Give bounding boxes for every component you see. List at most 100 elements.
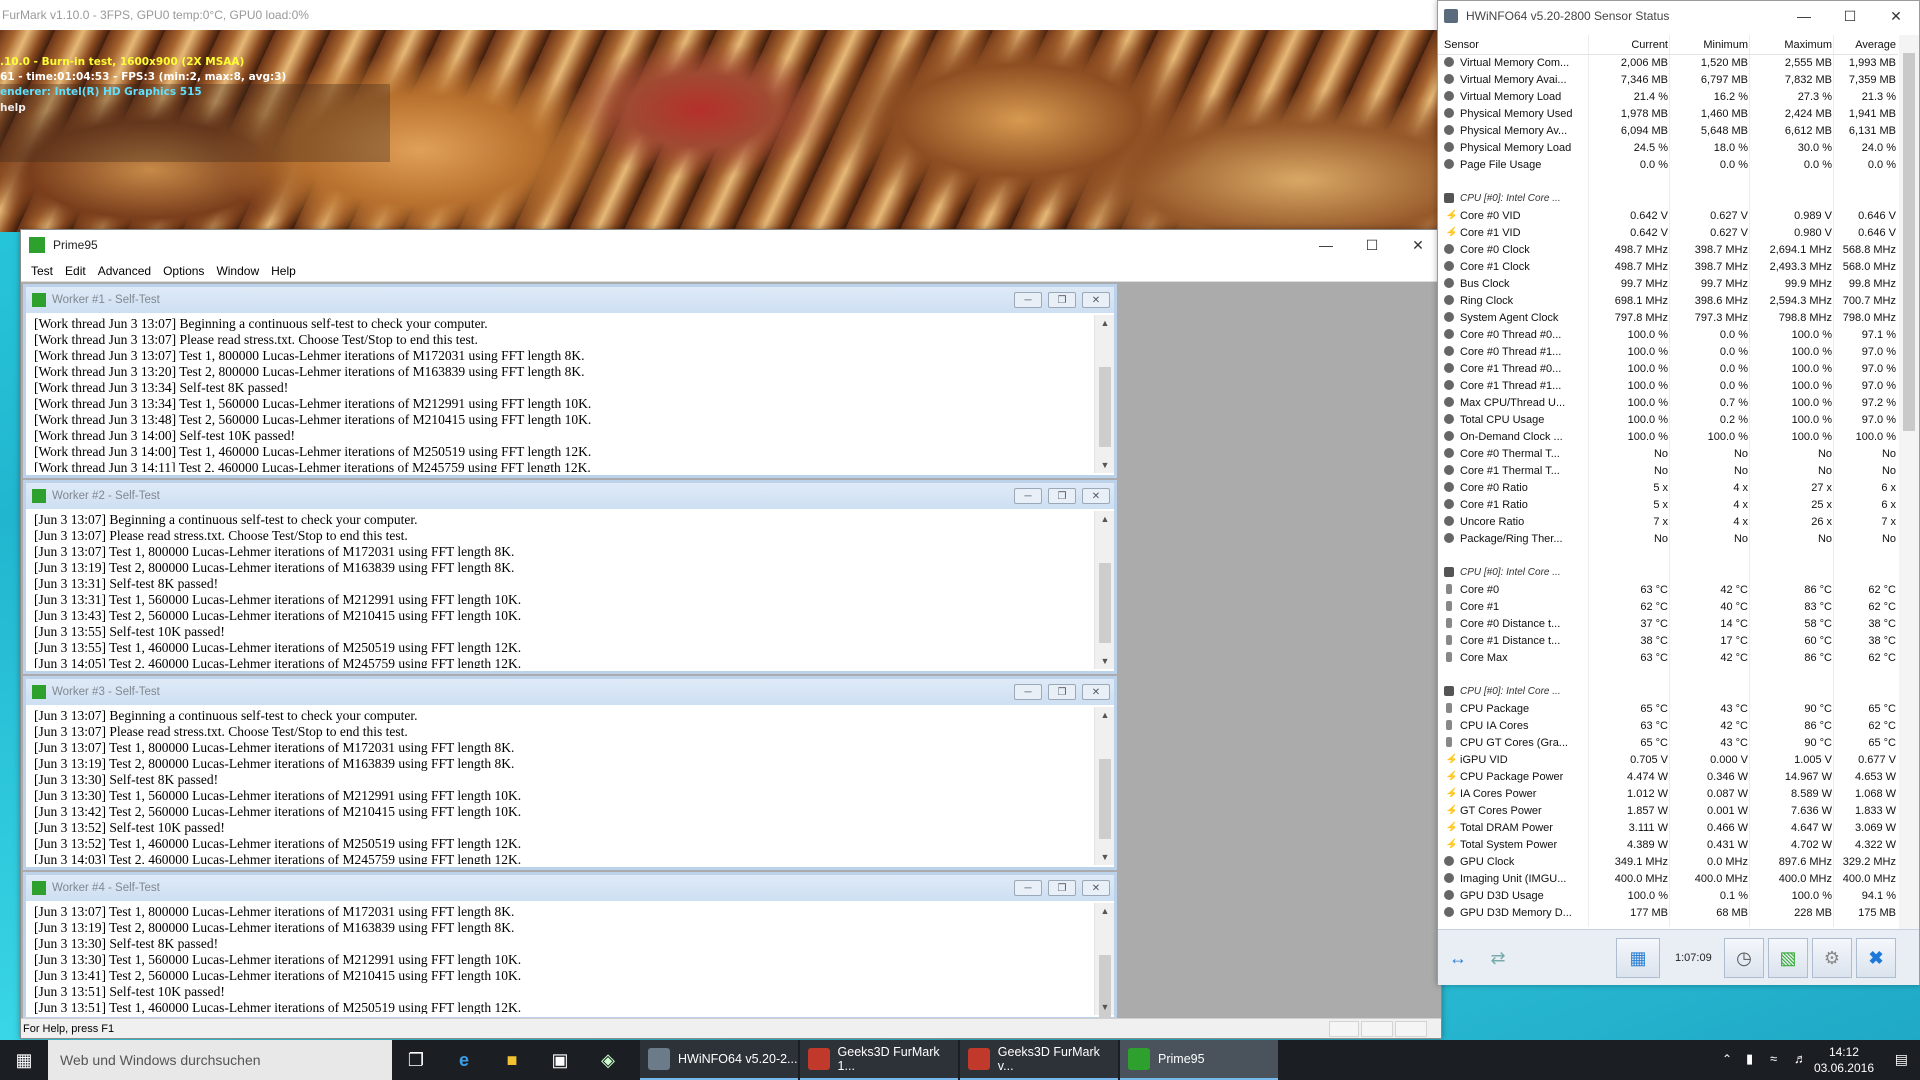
header-maximum[interactable]: Maximum: [1750, 39, 1832, 51]
menu-advanced[interactable]: Advanced: [92, 264, 157, 278]
header-average[interactable]: Average: [1834, 39, 1896, 51]
sensor-row[interactable]: ⚡ CPU Package Power 4.474 W 0.346 W 14.967 W…: [1438, 769, 1898, 786]
sensor-scrollbar[interactable]: [1899, 35, 1919, 929]
sensor-row[interactable]: CPU GT Cores (Gra... 65 °C 43 °C 90 °C 65 °C: [1438, 735, 1898, 752]
expand-arrows-icon[interactable]: ↔: [1442, 938, 1474, 978]
worker-log[interactable]: [Jun 3 13:07] Beginning a continuous sel…: [30, 708, 1090, 864]
taskbar-app-furmark-2[interactable]: Geeks3D FurMark v...: [960, 1040, 1118, 1080]
sensor-row[interactable]: Package/Ring Ther... No No No No: [1438, 531, 1898, 548]
taskbar-app-furmark-1[interactable]: Geeks3D FurMark 1...: [800, 1040, 958, 1080]
scroll-thumb[interactable]: [1903, 53, 1915, 431]
scroll-up-arrow-icon[interactable]: ▲: [1095, 511, 1115, 527]
wifi-icon[interactable]: ≈: [1770, 1051, 1777, 1066]
close-sensors-button[interactable]: ✖: [1856, 938, 1896, 978]
worker-titlebar[interactable]: Worker #1 - Self-Test ─ ❐ ✕: [26, 287, 1114, 313]
sensor-row[interactable]: GPU Clock 349.1 MHz 0.0 MHz 897.6 MHz 329.2 …: [1438, 854, 1898, 871]
sensor-row[interactable]: Virtual Memory Avai... 7,346 MB 6,797 MB 7,…: [1438, 72, 1898, 89]
sensor-row[interactable]: Core #1 Thread #1... 100.0 % 0.0 % 100.0 % 9…: [1438, 378, 1898, 395]
search-input[interactable]: Web und Windows durchsuchen: [48, 1040, 392, 1080]
close-button[interactable]: ✕: [1873, 1, 1919, 31]
sensor-row[interactable]: ⚡ GT Cores Power 1.857 W 0.001 W 7.636 W 1.83…: [1438, 803, 1898, 820]
scroll-up-arrow-icon[interactable]: ▲: [1095, 903, 1115, 919]
worker-minimize-button[interactable]: ─: [1014, 684, 1042, 700]
scroll-thumb[interactable]: [1099, 563, 1111, 643]
worker-log[interactable]: [Jun 3 13:07] Beginning a continuous sel…: [30, 512, 1090, 668]
sensor-row[interactable]: Physical Memory Load 24.5 % 18.0 % 30.0 % 24…: [1438, 140, 1898, 157]
report-add-button[interactable]: ▧: [1768, 938, 1808, 978]
worker-log[interactable]: [Jun 3 13:07] Test 1, 800000 Lucas-Lehme…: [30, 904, 1090, 1014]
notification-icon[interactable]: ▤: [1895, 1051, 1908, 1068]
sensor-row[interactable]: Core #0 Thread #0... 100.0 % 0.0 % 100.0 % 9…: [1438, 327, 1898, 344]
minimize-button[interactable]: —: [1781, 1, 1827, 31]
worker-restore-button[interactable]: ❐: [1048, 292, 1076, 308]
scroll-down-arrow-icon[interactable]: ▼: [1095, 653, 1115, 669]
sensor-row[interactable]: ⚡ Total System Power 4.389 W 0.431 W 4.702 W…: [1438, 837, 1898, 854]
taskbar-app-prime95[interactable]: Prime95: [1120, 1040, 1278, 1080]
worker-restore-button[interactable]: ❐: [1048, 684, 1076, 700]
sensor-row[interactable]: ⚡ Total DRAM Power 3.111 W 0.466 W 4.647 W 3.…: [1438, 820, 1898, 837]
worker-minimize-button[interactable]: ─: [1014, 880, 1042, 896]
edge-browser-icon[interactable]: e: [440, 1040, 488, 1080]
pinned-app-icon[interactable]: ◈: [584, 1040, 632, 1080]
sensor-row[interactable]: Core #0 63 °C 42 °C 86 °C 62 °C: [1438, 582, 1898, 599]
worker-close-button[interactable]: ✕: [1082, 488, 1110, 504]
sensor-row[interactable]: Core #1 Thermal T... No No No No: [1438, 463, 1898, 480]
scroll-up-arrow-icon[interactable]: ▲: [1095, 707, 1115, 723]
worker-close-button[interactable]: ✕: [1082, 880, 1110, 896]
sensor-row[interactable]: Virtual Memory Load 21.4 % 16.2 % 27.3 % 21.…: [1438, 89, 1898, 106]
collapse-arrows-icon[interactable]: ⇄: [1478, 938, 1518, 978]
sensor-row[interactable]: Core #0 Distance t... 37 °C 14 °C 58 °C 38 °…: [1438, 616, 1898, 633]
worker-minimize-button[interactable]: ─: [1014, 488, 1042, 504]
menu-edit[interactable]: Edit: [59, 264, 92, 278]
chevron-up-icon[interactable]: ⌃: [1722, 1052, 1732, 1066]
maximize-button[interactable]: ☐: [1827, 1, 1873, 31]
menu-help[interactable]: Help: [265, 264, 302, 278]
battery-icon[interactable]: ▮: [1746, 1051, 1753, 1067]
worker-titlebar[interactable]: Worker #4 - Self-Test ─ ❐ ✕: [26, 875, 1114, 901]
furmark-titlebar[interactable]: FurMark v1.10.0 - 3FPS, GPU0 temp:0°C, G…: [0, 0, 1440, 30]
sensor-row[interactable]: GPU D3D Memory D... 177 MB 68 MB 228 MB 175 …: [1438, 905, 1898, 922]
worker-scrollbar[interactable]: ▲ ▼: [1094, 511, 1114, 669]
sensor-row[interactable]: Core #0 Clock 498.7 MHz 398.7 MHz 2,694.1 M…: [1438, 242, 1898, 259]
sensor-row[interactable]: Core #1 Thread #0... 100.0 % 0.0 % 100.0 % 9…: [1438, 361, 1898, 378]
gear-icon[interactable]: ⚙: [1812, 938, 1852, 978]
scroll-down-arrow-icon[interactable]: ▼: [1095, 457, 1115, 473]
sensor-row[interactable]: Physical Memory Used 1,978 MB 1,460 MB 2,42…: [1438, 106, 1898, 123]
prime95-window[interactable]: Prime95 — ☐ ✕ Test Edit Advanced Options…: [20, 229, 1442, 1039]
sensor-row[interactable]: Ring Clock 698.1 MHz 398.6 MHz 2,594.3 MHz 7…: [1438, 293, 1898, 310]
sensor-row[interactable]: Imaging Unit (IMGU... 400.0 MHz 400.0 MHz 4…: [1438, 871, 1898, 888]
scroll-thumb[interactable]: [1099, 759, 1111, 839]
sensor-group-row[interactable]: CPU [#0]: Intel Core ...: [1438, 191, 1898, 208]
worker-restore-button[interactable]: ❐: [1048, 880, 1076, 896]
hwinfo-window[interactable]: HWiNFO64 v5.20-2800 Sensor Status — ☐ ✕ …: [1437, 0, 1920, 985]
close-button[interactable]: ✕: [1395, 230, 1441, 260]
taskbar-clock[interactable]: 14:12 03.06.2016: [1814, 1044, 1874, 1076]
sensor-row[interactable]: Uncore Ratio 7 x 4 x 26 x 7 x: [1438, 514, 1898, 531]
sensor-row[interactable]: Core #1 Distance t... 38 °C 17 °C 60 °C 38 °…: [1438, 633, 1898, 650]
worker-close-button[interactable]: ✕: [1082, 292, 1110, 308]
worker-window[interactable]: Worker #4 - Self-Test ─ ❐ ✕ [Jun 3 13:07] Te…: [23, 872, 1117, 1035]
task-view-icon[interactable]: ❐: [392, 1040, 440, 1080]
worker-titlebar[interactable]: Worker #3 - Self-Test ─ ❐ ✕: [26, 679, 1114, 705]
minimize-button[interactable]: —: [1303, 230, 1349, 260]
header-minimum[interactable]: Minimum: [1670, 39, 1748, 51]
sensor-row[interactable]: Max CPU/Thread U... 100.0 % 0.7 % 100.0 % 97…: [1438, 395, 1898, 412]
sensor-row[interactable]: CPU Package 65 °C 43 °C 90 °C 65 °C: [1438, 701, 1898, 718]
sensor-row[interactable]: CPU IA Cores 63 °C 42 °C 86 °C 62 °C: [1438, 718, 1898, 735]
network-monitor-button[interactable]: ▦: [1616, 938, 1660, 978]
worker-scrollbar[interactable]: ▲ ▼: [1094, 315, 1114, 473]
maximize-button[interactable]: ☐: [1349, 230, 1395, 260]
worker-log[interactable]: [Work thread Jun 3 13:07] Beginning a co…: [30, 316, 1090, 472]
scroll-thumb[interactable]: [1099, 367, 1111, 447]
worker-window[interactable]: Worker #2 - Self-Test ─ ❐ ✕ [Jun 3 13:07] Be…: [23, 480, 1117, 674]
sensor-row[interactable]: ⚡ IA Cores Power 1.012 W 0.087 W 8.589 W 1.06…: [1438, 786, 1898, 803]
sensor-row[interactable]: ⚡ Core #0 VID 0.642 V 0.627 V 0.989 V 0.646 V: [1438, 208, 1898, 225]
sensor-row[interactable]: Core Max 63 °C 42 °C 86 °C 62 °C: [1438, 650, 1898, 667]
store-icon[interactable]: ▣: [536, 1040, 584, 1080]
prime95-titlebar[interactable]: Prime95 — ☐ ✕: [21, 230, 1441, 260]
volume-icon[interactable]: ♬: [1794, 1051, 1807, 1066]
menu-window[interactable]: Window: [210, 264, 265, 278]
furmark-window[interactable]: FurMark v1.10.0 - 3FPS, GPU0 temp:0°C, G…: [0, 0, 1440, 232]
worker-titlebar[interactable]: Worker #2 - Self-Test ─ ❐ ✕: [26, 483, 1114, 509]
worker-window[interactable]: Worker #1 - Self-Test ─ ❐ ✕ [Work thread Jun…: [23, 284, 1117, 478]
